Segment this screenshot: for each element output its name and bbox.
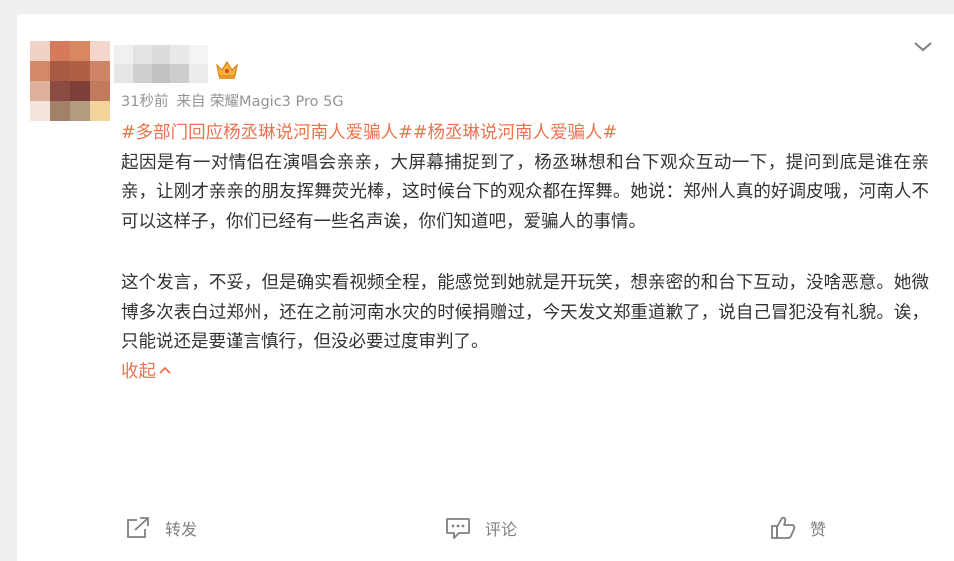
share-icon [127,517,149,538]
chevron-down-icon[interactable] [912,36,934,58]
collapse-label: 收起 [121,361,156,382]
post-time[interactable]: 31秒前 [121,94,168,110]
weibo-post-card: 31秒前 来自 荣耀Magic3 Pro 5G #多部门回应杨丞琳说河南人爱骗人#… [17,14,954,561]
post-source: 来自 荣耀Magic3 Pro 5G [176,94,344,110]
comment-button[interactable]: 评论 [445,511,517,545]
post-content: #多部门回应杨丞琳说河南人爱骗人##杨丞琳说河南人爱骗人# 起因是有一对情侣在演… [121,119,929,387]
comment-icon [446,518,470,539]
comment-label: 评论 [485,520,518,539]
hashtag-link[interactable]: #多部门回应杨丞琳说河南人爱骗人# [121,123,413,143]
chevron-up-icon [159,366,171,374]
thumbs-up-icon [771,516,796,539]
hashtag-link[interactable]: #杨丞琳说河南人爱骗人# [413,123,617,143]
like-label: 赞 [810,520,827,539]
post-paragraph: 这个发言，不妥，但是确实看视频全程，能感觉到她就是开玩笑，想亲密的和台下互动，没… [121,273,929,352]
crown-icon [216,60,238,79]
repost-button[interactable]: 转发 [125,511,197,545]
collapse-button[interactable]: 收起 [121,358,171,388]
post-paragraph: 起因是有一对情侣在演唱会亲亲，大屏幕捕捉到了，杨丞琳想和台下观众互动一下，提问到… [121,152,929,232]
repost-label: 转发 [165,520,198,539]
like-button[interactable]: 赞 [770,511,826,545]
post-meta: 31秒前 来自 荣耀Magic3 Pro 5G [121,90,344,111]
avatar[interactable] [30,41,110,121]
action-bar: 转发 评论 赞 [17,511,954,545]
hashtag-line: #多部门回应杨丞琳说河南人爱骗人##杨丞琳说河南人爱骗人# [121,119,929,149]
username[interactable] [114,45,208,83]
